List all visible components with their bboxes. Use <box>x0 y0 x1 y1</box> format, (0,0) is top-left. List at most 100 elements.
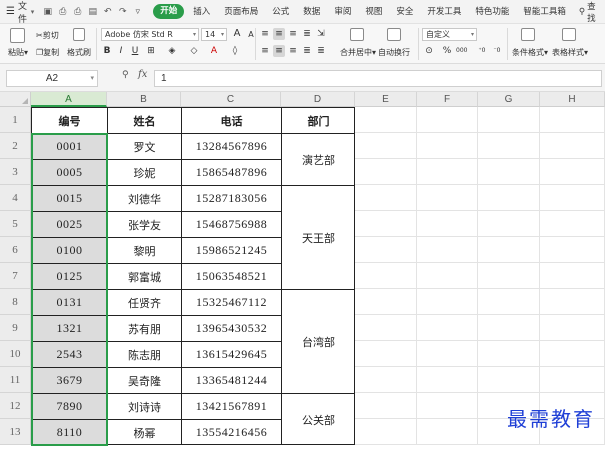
department-cell[interactable]: 演艺部 <box>282 134 355 185</box>
code-cell[interactable]: 1321 <box>32 316 107 341</box>
tab-0[interactable]: 开始 <box>153 4 185 19</box>
column-header-c[interactable]: C <box>181 92 281 107</box>
grid-cell[interactable] <box>478 315 540 341</box>
name-cell[interactable]: 刘诗诗 <box>108 394 181 419</box>
align-center-icon[interactable]: ≡ <box>273 45 285 57</box>
print-icon[interactable]: ⎙ <box>71 5 84 18</box>
thousands-button[interactable]: 000 <box>456 47 467 54</box>
align-right-icon[interactable]: ≡ <box>287 45 299 57</box>
save-icon[interactable]: ▣ <box>41 5 54 18</box>
conditional-format-button[interactable]: 条件格式▾ <box>512 47 548 58</box>
phone-cell[interactable]: 15063548521 <box>182 264 281 289</box>
align-bottom-icon[interactable]: ≡ <box>287 28 299 40</box>
underline-button[interactable]: U <box>129 45 141 57</box>
column-header-e[interactable]: E <box>355 92 417 107</box>
name-cell[interactable]: 杨幂 <box>108 420 181 445</box>
name-cell[interactable]: 陈志朋 <box>108 342 181 367</box>
row-header-9[interactable]: 9 <box>0 315 31 341</box>
table-header-cell[interactable]: 编号 <box>32 108 107 133</box>
phone-cell[interactable]: 13284567896 <box>182 134 281 159</box>
formula-input[interactable]: 1 <box>154 70 602 87</box>
code-cell[interactable]: 0015 <box>32 186 107 211</box>
wrap-text-icon[interactable] <box>387 28 401 41</box>
tab-1[interactable]: 插入 <box>186 0 217 24</box>
grid-cell[interactable] <box>417 211 478 237</box>
table-style-button[interactable]: 表格样式▾ <box>552 47 588 58</box>
table-header-cell[interactable]: 电话 <box>182 108 281 133</box>
copy-button[interactable]: ❐复制 <box>36 47 59 58</box>
department-cell[interactable]: 公关部 <box>282 394 355 445</box>
grid-cell[interactable] <box>417 185 478 211</box>
grid-cell[interactable] <box>355 419 417 445</box>
percent-button[interactable]: % <box>441 45 453 57</box>
row-header-10[interactable]: 10 <box>0 341 31 367</box>
cut-button[interactable]: ✂剪切 <box>36 30 59 41</box>
wrap-text-button[interactable]: 自动换行 <box>378 47 410 58</box>
phone-cell[interactable]: 15986521245 <box>182 238 281 263</box>
grid-cell[interactable] <box>478 367 540 393</box>
conditional-format-icon[interactable] <box>521 28 535 41</box>
orientation-icon[interactable]: ⇲ <box>315 28 327 40</box>
tab-2[interactable]: 页面布局 <box>217 0 265 24</box>
paste-icon[interactable] <box>10 28 25 43</box>
grid-cell[interactable] <box>355 367 417 393</box>
tab-7[interactable]: 安全 <box>389 0 420 24</box>
table-header-cell[interactable]: 部门 <box>282 108 355 133</box>
fill-color-icon[interactable]: ◈ <box>166 45 178 57</box>
phone-cell[interactable]: 13421567891 <box>182 394 281 419</box>
grid-cell[interactable] <box>417 367 478 393</box>
code-cell[interactable]: 0025 <box>32 212 107 237</box>
code-cell[interactable]: 0005 <box>32 160 107 185</box>
redo-icon[interactable]: ↷ <box>116 5 129 18</box>
grid-cell[interactable] <box>540 341 605 367</box>
font-color-icon[interactable]: A <box>208 45 220 57</box>
grid-cell[interactable] <box>478 185 540 211</box>
row-header-6[interactable]: 6 <box>0 237 31 263</box>
grid-cell[interactable] <box>417 289 478 315</box>
phone-cell[interactable]: 15325467112 <box>182 290 281 315</box>
row-header-1[interactable]: 1 <box>0 107 31 133</box>
name-cell[interactable]: 任贤齐 <box>108 290 181 315</box>
grid-cell[interactable] <box>417 107 478 133</box>
function-icon[interactable]: fx <box>138 69 147 80</box>
grid-cell[interactable] <box>355 341 417 367</box>
increase-font-button[interactable]: A <box>231 28 243 40</box>
align-left-icon[interactable]: ≡ <box>259 45 271 57</box>
grid-cell[interactable] <box>417 419 478 445</box>
table-style-icon[interactable] <box>562 28 576 41</box>
column-header-a[interactable]: A <box>31 92 107 107</box>
tab-9[interactable]: 特色功能 <box>468 0 516 24</box>
grid-cell[interactable] <box>478 263 540 289</box>
grid-cell[interactable] <box>417 263 478 289</box>
search-tab[interactable]: ⚲ 查找 <box>573 0 605 24</box>
merge-center-button[interactable]: 合并居中▾ <box>340 47 376 58</box>
code-cell[interactable]: 0001 <box>32 134 107 159</box>
department-cell[interactable]: 天王部 <box>282 186 355 289</box>
grid-cell[interactable] <box>417 133 478 159</box>
column-header-d[interactable]: D <box>281 92 355 107</box>
phone-cell[interactable]: 13554216456 <box>182 420 281 445</box>
grid-cell[interactable] <box>540 159 605 185</box>
tab-8[interactable]: 开发工具 <box>420 0 468 24</box>
name-box[interactable]: A2 ▾ <box>6 70 98 87</box>
grid-cell[interactable] <box>417 159 478 185</box>
file-menu[interactable]: ☰ 文件 ▾ <box>0 0 38 25</box>
font-name-select[interactable]: Adobe 仿宋 Std R ▾ <box>101 28 199 41</box>
table-header-cell[interactable]: 姓名 <box>108 108 181 133</box>
zoom-icon[interactable]: ⚲ <box>122 70 129 80</box>
phone-cell[interactable]: 13965430532 <box>182 316 281 341</box>
grid-cell[interactable] <box>355 263 417 289</box>
grid-cell[interactable] <box>540 107 605 133</box>
tab-4[interactable]: 数据 <box>296 0 327 24</box>
merge-icon[interactable] <box>350 28 364 41</box>
align-middle-icon[interactable]: ≡ <box>273 28 285 40</box>
column-header-g[interactable]: G <box>478 92 540 107</box>
clear-format-icon[interactable]: ◊ <box>229 45 241 57</box>
grid-cell[interactable] <box>540 237 605 263</box>
row-header-3[interactable]: 3 <box>0 159 31 185</box>
phone-cell[interactable]: 15865487896 <box>182 160 281 185</box>
currency-icon[interactable]: ⊙ <box>423 45 435 57</box>
name-cell[interactable]: 吴奇隆 <box>108 368 181 393</box>
grid-cell[interactable] <box>417 237 478 263</box>
row-header-13[interactable]: 13 <box>0 419 31 445</box>
